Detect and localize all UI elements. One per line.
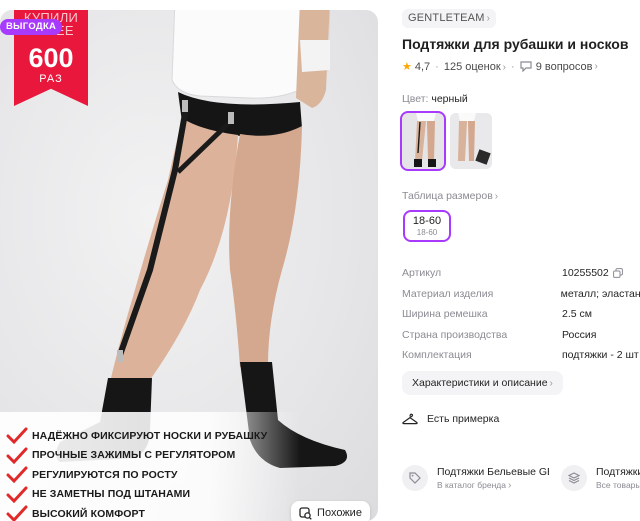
product-main-photo[interactable]: КУПИЛИ БОЛЕЕ 600 РАЗ ВЫГОДКА НАДЁЖНО ФИК… [0,10,378,521]
similar-button-label: Похожие [317,507,362,519]
tag-icon-svg [409,472,421,484]
promo-unit: РАЗ [39,73,63,85]
benefit-text: НАДЁЖНО ФИКСИРУЮТ НОСКИ И РУБАШКУ [32,429,268,442]
benefit-item: РЕГУЛИРУЮТСЯ ПО РОСТУ [6,465,300,485]
size-sub: 18-60 [416,228,438,237]
color-label: Цвет: [402,93,429,105]
chat-icon [520,61,532,72]
thumb-image [450,113,492,169]
reviews-count: 125 оценок [443,60,501,73]
spec-key: Ширина ремешка [402,308,488,321]
chevron-right-icon: › [507,479,512,491]
tag-icon [402,465,428,491]
color-line: Цвет: черный [402,93,468,105]
spec-row: Ширина ремешка 2.5 см [402,304,640,325]
chevron-right-icon: › [494,191,499,202]
brand-name: GENTLETEAM [408,12,485,24]
card-sub-text: Все товары [596,479,640,490]
chevron-right-icon: › [486,13,491,24]
category-card[interactable]: Подтяжки Все товары› [561,460,640,496]
rating-value: 4,7 [414,60,431,73]
brand-link[interactable]: GENTLETEAM › [402,9,497,28]
copy-icon[interactable] [612,268,623,279]
details-button-label: Характеристики и описание [412,377,548,389]
spec-key: Комплектация [402,349,472,362]
card-text: Подтяжки Все товары› [596,466,640,491]
brand-catalog-card[interactable]: Подтяжки Бельевые GENTLETEAM В каталог б… [402,460,557,496]
separator-dot: · [511,60,515,73]
benefit-text: РЕГУЛИРУЮТСЯ ПО РОСТУ [32,468,178,481]
benefit-text: ВЫСОКИЙ КОМФОРТ [32,507,146,520]
spec-value: 10255502 [562,267,609,280]
thumb-image [402,113,444,169]
spec-value: Россия [562,328,597,341]
deal-badge: ВЫГОДКА [0,19,63,35]
spec-key: Материал изделия [402,287,494,300]
similar-button[interactable]: Похожие [291,501,370,521]
benefit-text: ПРОЧНЫЕ ЗАЖИМЫ С РЕГУЛЯТОРОМ [32,449,236,462]
card-title: Подтяжки [596,465,640,478]
checkmark-icon [6,505,28,521]
card-sub: Все товары› [596,480,640,491]
spec-row: Страна производства Россия [402,325,640,346]
card-sub: В каталог бренда › [437,480,549,491]
card-title: Подтяжки Бельевые GENTLETEAM [437,465,549,478]
checkmark-icon [6,447,28,464]
chevron-right-icon: › [549,378,553,389]
size-option-selected[interactable]: 18-60 18-60 [403,210,451,242]
spec-row: Комплектация подтяжки - 2 шт [402,345,640,366]
chevron-right-icon: › [594,61,598,72]
spec-value: металл; эластан [560,287,640,300]
spec-key: Страна производства [402,328,508,341]
benefit-item: ПРОЧНЫЕ ЗАЖИМЫ С РЕГУЛЯТОРОМ [6,446,300,466]
spec-value: подтяжки - 2 шт [562,349,639,362]
checkmark-icon [6,427,28,445]
hanger-icon [402,413,418,425]
reviews-link[interactable]: 125 оценок › [444,61,506,73]
brand-category-cards: Подтяжки Бельевые GENTLETEAM В каталог б… [402,460,640,496]
checkmark-icon [6,486,28,503]
benefits-list: НАДЁЖНО ФИКСИРУЮТ НОСКИ И РУБАШКУ ПРОЧНЫ… [0,412,300,521]
spec-key: Артикул [402,267,442,280]
spec-row: Материал изделия металл; эластан [402,284,640,305]
fitting-label: Есть примерка [427,413,500,425]
color-value: черный [431,93,468,105]
questions-count: 9 вопросов [535,60,593,73]
fitting-info: Есть примерка [402,413,499,425]
questions-link[interactable]: 9 вопросов › [520,61,598,73]
card-text: Подтяжки Бельевые GENTLETEAM В каталог б… [437,466,549,491]
size-table-label: Таблица размеров [402,190,493,202]
color-thumb-selected[interactable] [400,111,446,171]
color-thumbnails [400,111,492,171]
star-icon: ★ [402,61,412,73]
similar-search-icon [299,506,312,520]
rating-row: ★ 4,7 · 125 оценок › · 9 вопросов › [402,60,598,74]
layers-icon-svg [568,472,580,484]
size-table-link[interactable]: Таблица размеров › [402,190,498,202]
spec-row: Артикул 10255502 [402,263,640,284]
benefit-item: ВЫСОКИЙ КОМФОРТ [6,504,300,521]
details-button[interactable]: Характеристики и описание › [402,371,563,395]
layers-icon [561,465,587,491]
card-sub-text: В каталог бренда [437,479,506,490]
promo-number: 600 [28,43,74,73]
checkmark-icon [6,466,28,484]
specs-table: Артикул 10255502 Материал изделия металл… [402,263,640,366]
benefit-item: НЕ ЗАМЕТНЫ ПОД ШТАНАМИ [6,485,300,505]
chevron-right-icon: › [502,61,507,73]
benefit-item: НАДЁЖНО ФИКСИРУЮТ НОСКИ И РУБАШКУ [6,426,300,446]
product-title: Подтяжки для рубашки и носков [402,36,629,52]
size-main: 18-60 [412,215,442,227]
color-thumb[interactable] [450,113,492,169]
spec-value: 2.5 см [562,308,592,321]
benefit-text: НЕ ЗАМЕТНЫ ПОД ШТАНАМИ [32,488,191,501]
separator-dot: · [435,60,439,73]
